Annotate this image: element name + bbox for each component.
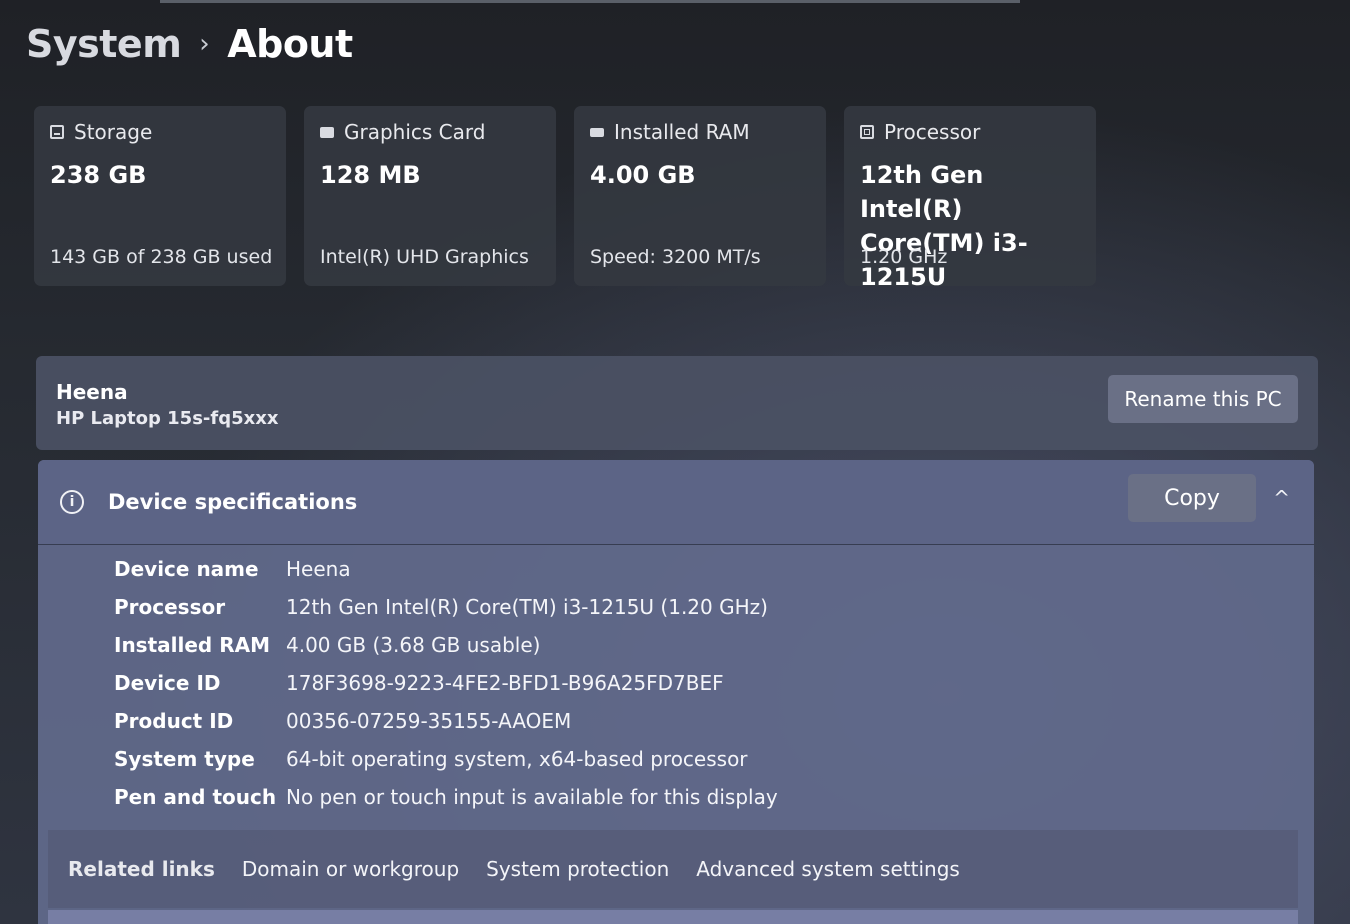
storage-icon <box>50 125 64 139</box>
info-icon: i <box>60 490 84 514</box>
ram-card-title: Installed RAM <box>614 120 750 144</box>
spec-value-processor: 12th Gen Intel(R) Core(TM) i3-1215U (1.2… <box>286 595 768 619</box>
spec-label-pen-and-touch: Pen and touch <box>114 785 277 809</box>
storage-card-title: Storage <box>74 120 153 144</box>
device-specifications-header[interactable]: i Device specifications Copy ^ <box>38 460 1314 545</box>
graphics-card-icon <box>320 126 334 138</box>
spec-value-system-type: 64-bit operating system, x64-based proce… <box>286 747 748 771</box>
graphics-card-name: Intel(R) UHD Graphics <box>320 246 529 268</box>
rename-pc-button[interactable]: Rename this PC <box>1108 375 1298 423</box>
device-specifications-panel: i Device specifications Copy ^ Device na… <box>38 460 1314 924</box>
system-protection-link[interactable]: System protection <box>486 857 669 881</box>
processor-card-value-line1: 12th Gen Intel(R) <box>860 161 984 223</box>
breadcrumb: System › About <box>26 22 353 66</box>
next-section-edge <box>48 910 1298 924</box>
spec-label-product-id: Product ID <box>114 709 234 733</box>
processor-card-title: Processor <box>884 120 981 144</box>
graphics-card-header: Graphics Card <box>320 120 540 144</box>
graphics-card-value: 128 MB <box>320 161 421 189</box>
ram-card-value: 4.00 GB <box>590 161 696 189</box>
chevron-right-icon: › <box>199 29 210 59</box>
related-links-label: Related links <box>68 857 215 881</box>
processor-card[interactable]: Processor 12th Gen Intel(R) Core(TM) i3-… <box>844 106 1096 291</box>
spec-label-device-name: Device name <box>114 557 259 581</box>
domain-or-workgroup-link[interactable]: Domain or workgroup <box>242 857 459 881</box>
spec-table: Device name Heena Processor 12th Gen Int… <box>114 556 778 811</box>
spec-label-device-id: Device ID <box>114 671 221 695</box>
chevron-up-icon[interactable]: ^ <box>1273 486 1290 510</box>
processor-card-speed: 1.20 GHz <box>860 246 948 268</box>
storage-card[interactable]: Storage 238 GB 143 GB of 238 GB used <box>34 106 286 286</box>
copy-button[interactable]: Copy <box>1128 474 1256 522</box>
spec-label-installed-ram: Installed RAM <box>114 633 270 657</box>
processor-card-value: 12th Gen Intel(R) Core(TM) i3-1215U <box>860 158 1080 294</box>
spec-value-device-name: Heena <box>286 557 351 581</box>
processor-card-header: Processor <box>860 120 1080 144</box>
processor-icon <box>860 125 874 139</box>
graphics-card-card[interactable]: Graphics Card 128 MB Intel(R) UHD Graphi… <box>304 106 556 286</box>
advanced-system-settings-link[interactable]: Advanced system settings <box>696 857 960 881</box>
spec-value-product-id: 00356-07259-35155-AAOEM <box>286 709 572 733</box>
spec-label-processor: Processor <box>114 595 226 619</box>
related-links-bar: Related links Domain or workgroup System… <box>48 830 1298 908</box>
settings-window: System › About Storage 238 GB 143 GB of … <box>0 0 1350 924</box>
ram-card-header: Installed RAM <box>590 120 810 144</box>
page-title: About <box>227 22 353 66</box>
storage-card-usage: 143 GB of 238 GB used <box>50 246 273 268</box>
graphics-card-title: Graphics Card <box>344 120 486 144</box>
breadcrumb-system[interactable]: System <box>26 22 182 66</box>
storage-card-value: 238 GB <box>50 161 147 189</box>
device-specifications-title: Device specifications <box>108 490 358 514</box>
hardware-summary-cards: Storage 238 GB 143 GB of 238 GB used Gra… <box>34 106 1096 291</box>
ram-icon <box>590 127 604 137</box>
spec-value-pen-and-touch: No pen or touch input is available for t… <box>286 785 778 809</box>
spec-value-installed-ram: 4.00 GB (3.68 GB usable) <box>286 633 541 657</box>
spec-label-system-type: System type <box>114 747 255 771</box>
pc-name-row: Heena HP Laptop 15s-fq5xxx Rename this P… <box>36 356 1318 450</box>
storage-card-header: Storage <box>50 120 270 144</box>
ram-card[interactable]: Installed RAM 4.00 GB Speed: 3200 MT/s <box>574 106 826 286</box>
top-divider <box>160 0 1020 3</box>
ram-card-speed: Speed: 3200 MT/s <box>590 246 761 268</box>
spec-value-device-id: 178F3698-9223-4FE2-BFD1-B96A25FD7BEF <box>286 671 724 695</box>
